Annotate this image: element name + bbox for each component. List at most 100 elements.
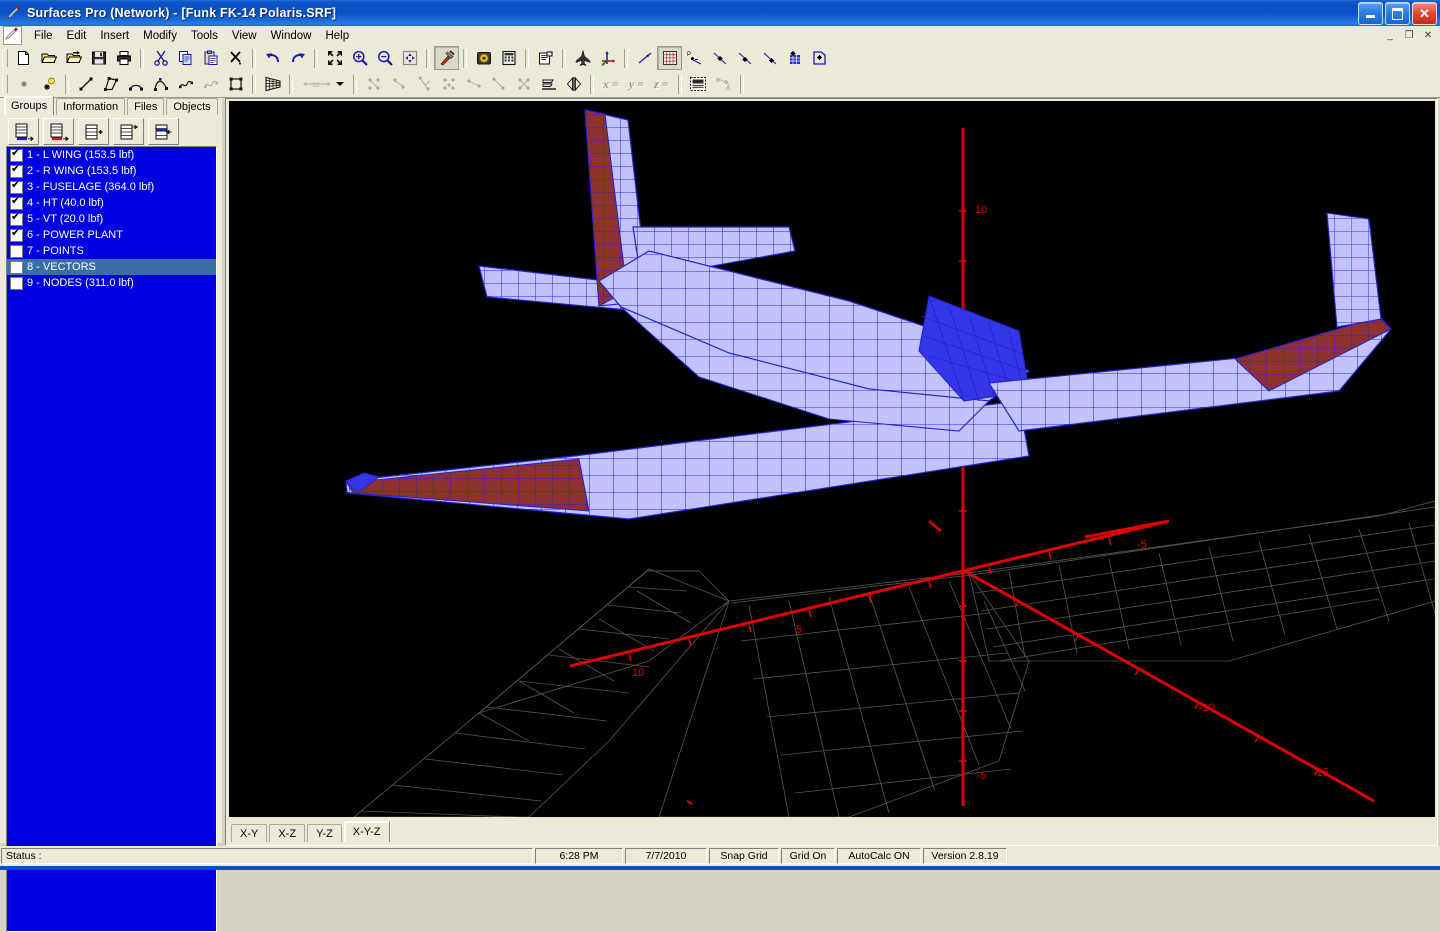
tab-files[interactable]: Files [127,98,165,115]
maximize-button[interactable] [1385,2,1410,25]
group-checkbox[interactable] [10,211,23,226]
new-file-button[interactable] [11,46,36,70]
view-tab-yz[interactable]: Y-Z [307,824,342,842]
move-group-up-button[interactable] [148,118,179,145]
line-button[interactable] [73,72,98,96]
model-canvas[interactable]: 10 -5 5 10 -10 -5 -15 [229,101,1435,817]
mdi-close-button[interactable]: ✕ [1419,27,1437,44]
new-group-red-button[interactable] [43,118,74,145]
menu-insert[interactable]: Insert [93,28,136,44]
redo-button[interactable] [285,46,310,70]
new-group-button[interactable] [8,118,39,145]
mesh-surface-button[interactable] [260,72,285,96]
region-point-button[interactable] [807,46,832,70]
mirror-button[interactable] [561,72,586,96]
point-snap-button[interactable] [707,46,732,70]
menu-edit[interactable]: Edit [60,28,94,44]
curve2-button[interactable] [198,72,223,96]
list-item[interactable]: 4 - HT (40.0 lbf) [7,195,216,211]
view-tab-xy[interactable]: X-Y [231,824,268,842]
aircraft-button[interactable] [570,46,595,70]
polyline-button[interactable] [98,72,123,96]
menu-file[interactable]: File [27,28,60,44]
save-button[interactable] [86,46,111,70]
group-checkbox[interactable] [10,276,23,290]
status-snap[interactable]: Snap Grid [709,848,779,864]
close-button[interactable]: ✕ [1412,2,1437,25]
menu-view[interactable]: View [225,28,264,44]
list-item-selected[interactable]: 8 - VECTORS [7,259,216,275]
highlight-point-button[interactable] [36,72,61,96]
midpoint-button[interactable] [732,46,757,70]
axes-button[interactable] [595,46,620,70]
arc-button[interactable] [123,72,148,96]
spread-nodes-button[interactable] [461,72,486,96]
node-chain-button[interactable] [711,72,736,96]
paste-button[interactable] [198,46,223,70]
grid-toggle-button[interactable] [657,46,682,70]
spacing-button[interactable]: 12 [297,72,349,96]
open-recent-button[interactable] [61,46,86,70]
spline-button[interactable] [148,72,173,96]
toolbar-grip[interactable] [2,75,8,93]
rectangle-button[interactable] [223,72,248,96]
zoom-out-button[interactable] [372,46,397,70]
status-autocalc[interactable]: AutoCalc ON [837,848,921,864]
group-checkbox[interactable] [10,163,23,178]
list-item[interactable]: 7 - POINTS [7,243,216,259]
list-item[interactable]: 9 - NODES (311.0 lbf) [7,275,216,291]
align-button[interactable] [536,72,561,96]
group-checkbox[interactable] [10,260,23,274]
group-checkbox[interactable] [10,244,23,258]
group-checkbox[interactable] [10,179,23,194]
status-grid[interactable]: Grid On [781,848,835,864]
surface-point-button[interactable] [782,46,807,70]
move-nodes-button[interactable] [361,72,386,96]
view-tab-xyz[interactable]: X-Y-Z [343,821,390,842]
endpoint-button[interactable] [757,46,782,70]
undo-button[interactable] [260,46,285,70]
list-item[interactable]: 6 - POWER PLANT [7,227,216,243]
menu-tools[interactable]: Tools [184,28,225,44]
group-checkbox[interactable] [10,195,23,210]
cut-button[interactable] [148,46,173,70]
build-tools-button[interactable] [434,46,459,70]
menu-help[interactable]: Help [318,28,356,44]
group-checkbox[interactable] [10,147,23,162]
group-list[interactable]: 1 - L WING (153.5 lbf) 2 - R WING (153.5… [6,146,217,932]
mdi-restore-button[interactable]: ❐ [1400,27,1418,44]
menu-window[interactable]: Window [264,28,319,44]
weight-button[interactable] [471,46,496,70]
list-item[interactable]: 1 - L WING (153.5 lbf) [7,147,216,163]
zoom-extents-button[interactable] [322,46,347,70]
menu-modify[interactable]: Modify [136,28,184,44]
open-file-button[interactable] [36,46,61,70]
group-checkbox[interactable] [10,227,23,242]
tab-information[interactable]: Information [56,98,126,115]
list-item[interactable]: 5 - VT (20.0 lbf) [7,211,216,227]
properties-button[interactable] [533,46,558,70]
copy-button[interactable] [173,46,198,70]
point-p-button[interactable]: P [682,46,707,70]
zoom-in-button[interactable] [347,46,372,70]
report-button[interactable] [686,72,711,96]
offset-nodes-button[interactable] [386,72,411,96]
list-item[interactable]: 2 - R WING (153.5 lbf) [7,163,216,179]
trim-node-button[interactable] [411,72,436,96]
tab-groups[interactable]: Groups [4,96,55,115]
link-nodes-button[interactable] [486,72,511,96]
line-tool-button[interactable] [632,46,657,70]
pan-button[interactable] [397,46,422,70]
mdi-minimize-button[interactable]: _ [1381,27,1399,44]
curve-button[interactable] [173,72,198,96]
view-tab-xz[interactable]: X-Z [269,824,306,842]
calculator-button[interactable] [496,46,521,70]
print-button[interactable] [111,46,136,70]
move-group-down-button[interactable] [113,118,144,145]
list-item[interactable]: 3 - FUSELAGE (364.0 lbf) [7,179,216,195]
minimize-button[interactable] [1358,2,1383,25]
add-point-button[interactable] [11,72,36,96]
toolbar-grip[interactable] [2,49,8,67]
insert-group-button[interactable] [78,118,109,145]
model-viewport-3d[interactable]: 10 -5 5 10 -10 -5 -15 [229,101,1435,817]
